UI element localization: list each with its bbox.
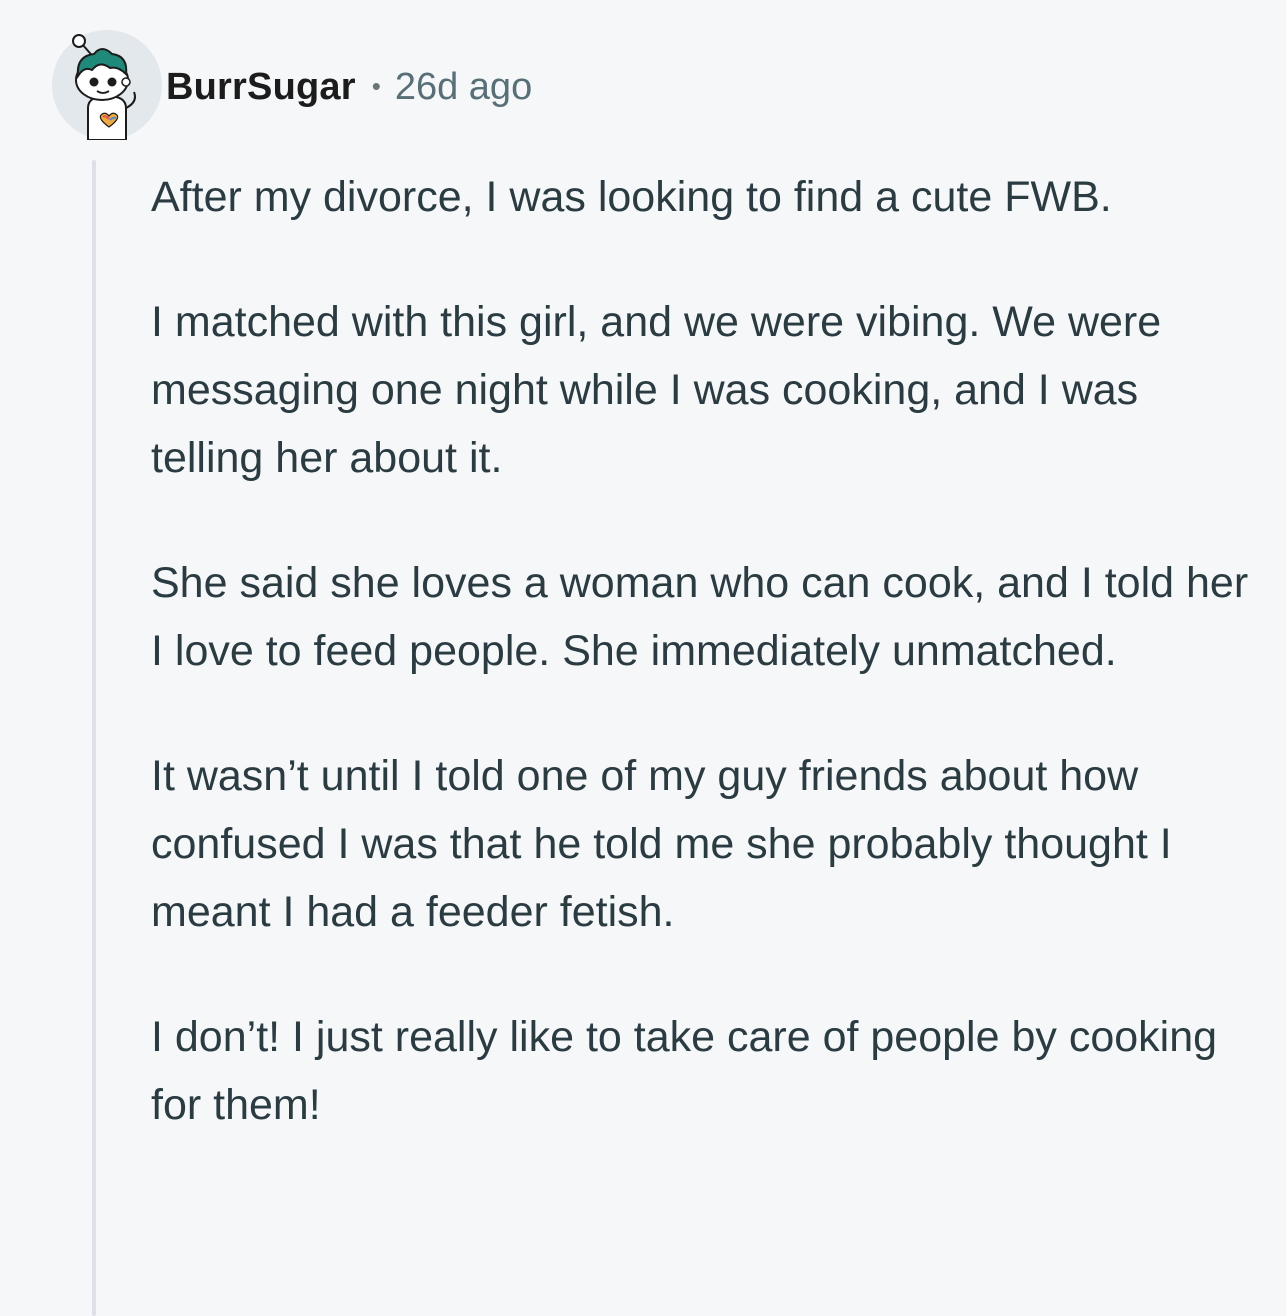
comment-body: After my divorce, I was looking to find … [151,163,1261,1196]
username-link[interactable]: BurrSugar [166,66,356,109]
timestamp[interactable]: 26d ago [395,66,532,109]
comment-paragraph: After my divorce, I was looking to find … [151,173,1112,221]
comment-paragraph: She said she loves a woman who can cook,… [151,559,1249,675]
user-avatar[interactable] [52,30,162,140]
snoo-avatar-icon [72,34,136,140]
comment: BurrSugar • 26d ago After my divorce, I … [0,0,1286,1316]
comment-paragraph: I don’t! I just really like to take care… [151,1013,1218,1129]
comment-meta: BurrSugar • 26d ago [166,66,532,109]
meta-separator: • [371,70,381,101]
comment-header: BurrSugar • 26d ago [52,30,532,140]
comment-paragraph: It wasn’t until I told one of my guy fri… [151,752,1172,936]
comment-paragraph: I matched with this girl, and we were vi… [151,298,1162,482]
thread-line[interactable] [92,160,96,1316]
